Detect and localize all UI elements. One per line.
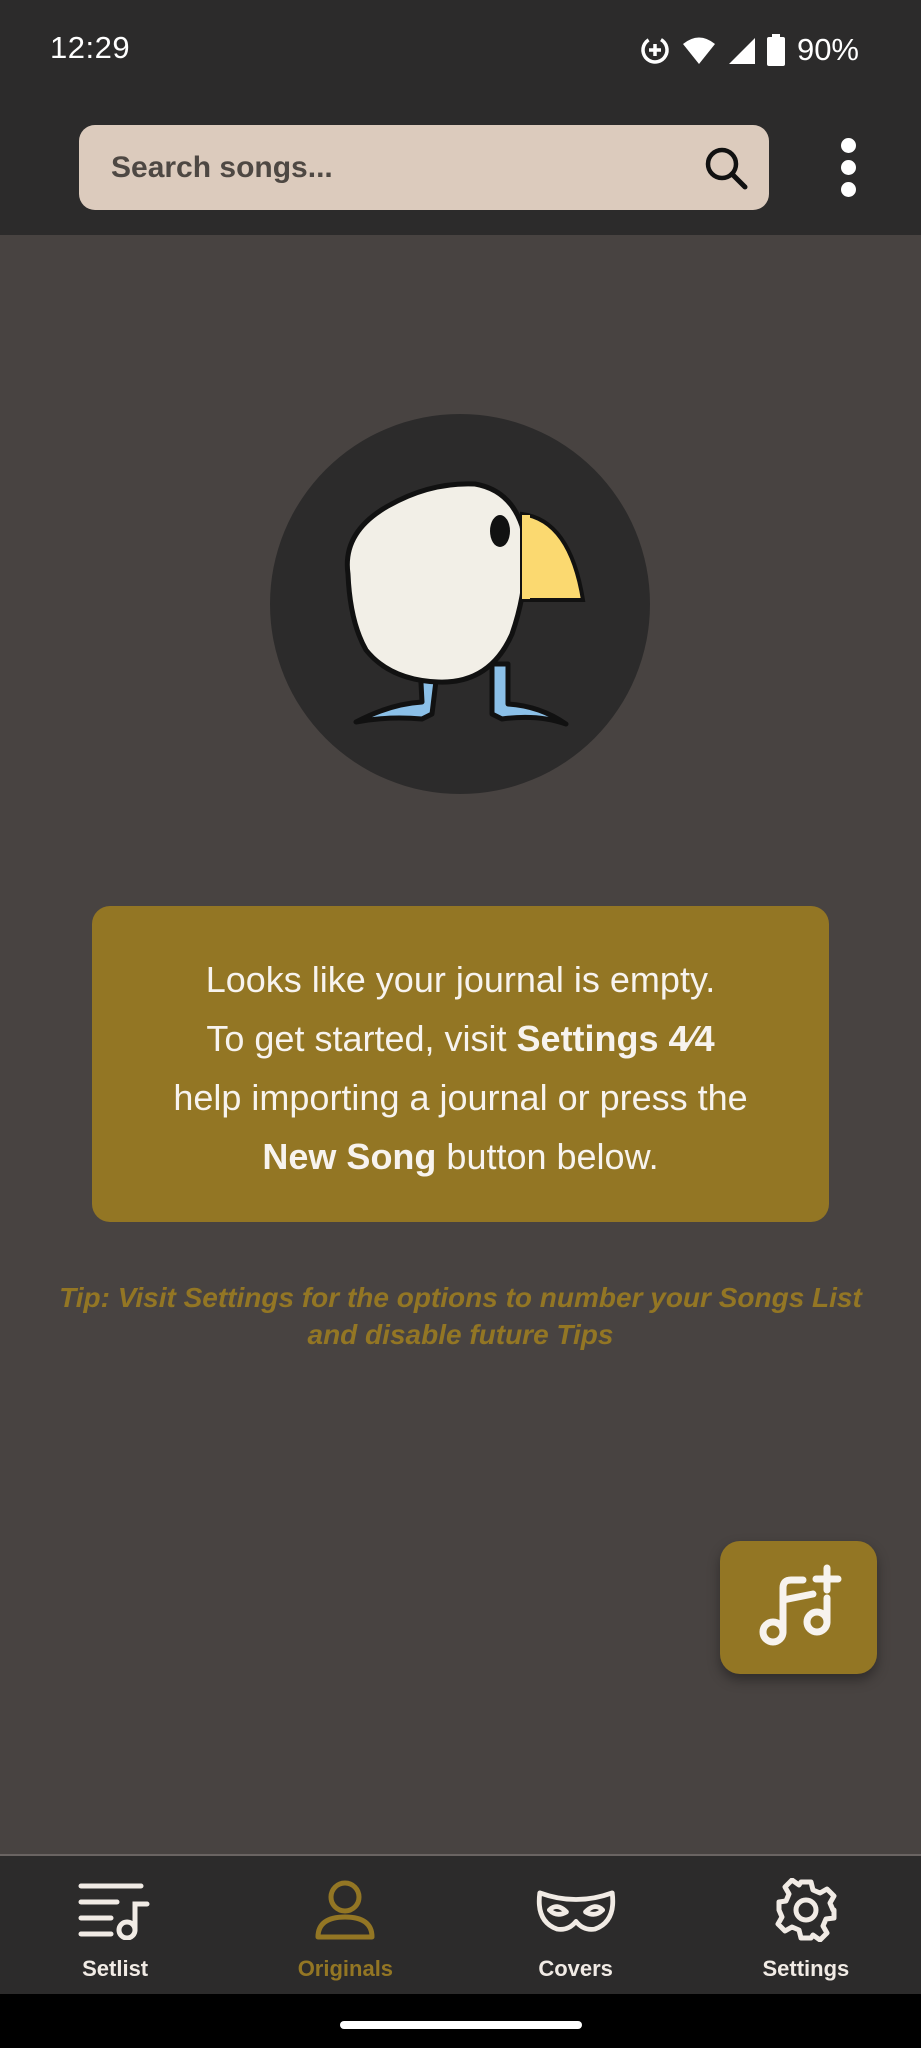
more-vert-icon-dot (840, 182, 856, 197)
tab-originals[interactable]: Originals (230, 1856, 460, 1994)
data-saver-icon (641, 36, 669, 64)
status-icons: 90% (639, 30, 859, 70)
person-icon-wrap (305, 1878, 385, 1942)
tab-setlist-label: Setlist (82, 1956, 149, 1981)
battery-percent: 90% (796, 32, 859, 67)
tab-setlist[interactable]: Setlist (0, 1856, 230, 1994)
empty-message-line-2: To get started, visit Settings 4⁄4 (112, 1009, 809, 1068)
empty-message-line-2-text: To get started, visit (206, 1018, 517, 1059)
main-content: Looks like your journal is empty. To get… (0, 235, 921, 1854)
status-time: 12:29 (50, 30, 131, 65)
tab-covers[interactable]: Covers (461, 1856, 691, 1994)
add-song-icon (759, 1564, 841, 1645)
app-bar (0, 100, 921, 235)
empty-journal-message: Looks like your journal is empty. To get… (92, 906, 829, 1222)
search-bar (79, 125, 769, 210)
gesture-navigation-bar (0, 1994, 921, 2048)
tip-text: Tip: Visit Settings for the options to n… (59, 1282, 862, 1350)
bottom-navigation: Setlist Originals Covers Settings (0, 1854, 921, 1994)
empty-message-line-1: Looks like your journal is empty. (205, 959, 716, 1000)
cellular-signal-icon (728, 38, 755, 64)
more-vert-icon (840, 138, 856, 153)
more-options-button[interactable] (828, 130, 868, 205)
battery-icon (766, 34, 785, 66)
setlist-icon-wrap (75, 1878, 155, 1942)
home-handle[interactable] (340, 2021, 582, 2029)
status-bar: 12:29 90% (0, 0, 921, 100)
person-icon (315, 1880, 375, 1940)
tab-settings-label: Settings (762, 1956, 850, 1981)
mask-icon-wrap (536, 1878, 616, 1942)
empty-message-line-4-text: button below. (436, 1136, 659, 1177)
more-vert-icon-dot (840, 160, 856, 175)
search-button[interactable] (701, 143, 751, 193)
mascot-avatar (270, 414, 650, 794)
gear-icon (775, 1878, 837, 1942)
settings-reference: Settings 4⁄4 (516, 1018, 715, 1059)
new-song-button[interactable] (720, 1541, 877, 1674)
empty-message-line-3: help importing a journal or press the (173, 1077, 748, 1118)
setlist-icon (78, 1883, 150, 1940)
tab-settings[interactable]: Settings (691, 1856, 921, 1994)
bird-mascot-icon (344, 481, 586, 727)
gear-icon-wrap (766, 1878, 846, 1942)
new-song-reference: New Song (262, 1136, 437, 1177)
tab-covers-label: Covers (538, 1956, 613, 1981)
tab-originals-label: Originals (297, 1956, 394, 1981)
wifi-icon (682, 37, 715, 64)
empty-message-line-4: New Song button below. (112, 1127, 809, 1186)
search-input[interactable] (111, 125, 671, 210)
mask-icon (536, 1890, 615, 1932)
search-icon (705, 147, 748, 190)
